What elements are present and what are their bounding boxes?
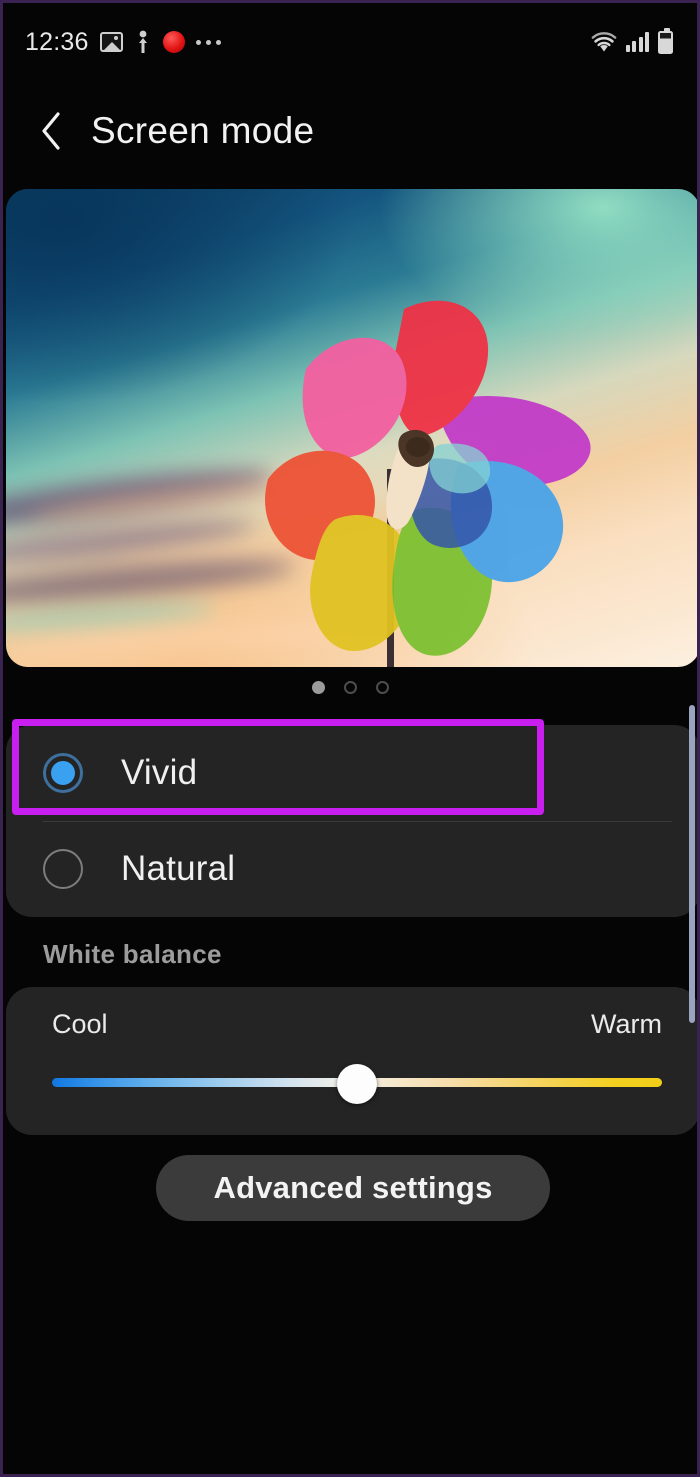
more-dots-icon — [195, 39, 221, 45]
option-divider — [43, 821, 672, 822]
screen-mode-option-label: Vivid — [121, 753, 198, 792]
screen-mode-option-label: Natural — [121, 849, 236, 888]
wifi-icon — [591, 31, 617, 53]
screen-mode-options-card: Vivid Natural — [6, 725, 697, 917]
status-bar-right — [591, 27, 673, 54]
phone-screen: 12:36 Screen mode Vivid Natural White ba… — [0, 0, 700, 1477]
white-balance-slider[interactable] — [52, 1061, 662, 1107]
battery-icon — [658, 27, 673, 54]
preview-page-indicator — [3, 681, 697, 694]
vertical-scrollbar[interactable] — [689, 705, 695, 1023]
white-balance-end-labels: Cool Warm — [52, 1009, 662, 1040]
signal-icon — [625, 32, 649, 52]
gallery-icon — [99, 32, 123, 52]
status-clock: 12:36 — [25, 27, 89, 56]
page-dot-3[interactable] — [375, 681, 389, 694]
screen-mode-option-natural[interactable]: Natural — [6, 821, 697, 917]
page-dot-1[interactable] — [311, 681, 325, 694]
cool-label: Cool — [52, 1009, 108, 1039]
radio-button-natural[interactable] — [43, 849, 83, 889]
page-dot-2[interactable] — [343, 681, 357, 694]
person-icon — [134, 30, 152, 54]
white-balance-section-label: White balance — [43, 939, 222, 969]
warm-label: Warm — [591, 1009, 662, 1039]
white-balance-card: Cool Warm — [6, 987, 697, 1135]
page-title: Screen mode — [91, 110, 315, 151]
screen-mode-preview-image[interactable] — [6, 189, 697, 667]
status-bar-left: 12:36 — [25, 28, 221, 57]
title-bar: Screen mode — [3, 81, 697, 181]
status-bar: 12:36 — [3, 3, 697, 81]
red-alert-icon — [162, 31, 185, 53]
back-chevron-icon[interactable] — [39, 110, 65, 152]
screen-mode-option-vivid[interactable]: Vivid — [6, 725, 697, 821]
advanced-settings-button[interactable]: Advanced settings — [156, 1155, 550, 1221]
white-balance-slider-thumb[interactable] — [337, 1064, 377, 1104]
radio-button-vivid[interactable] — [43, 753, 83, 793]
pinwheel-illustration — [265, 300, 591, 667]
